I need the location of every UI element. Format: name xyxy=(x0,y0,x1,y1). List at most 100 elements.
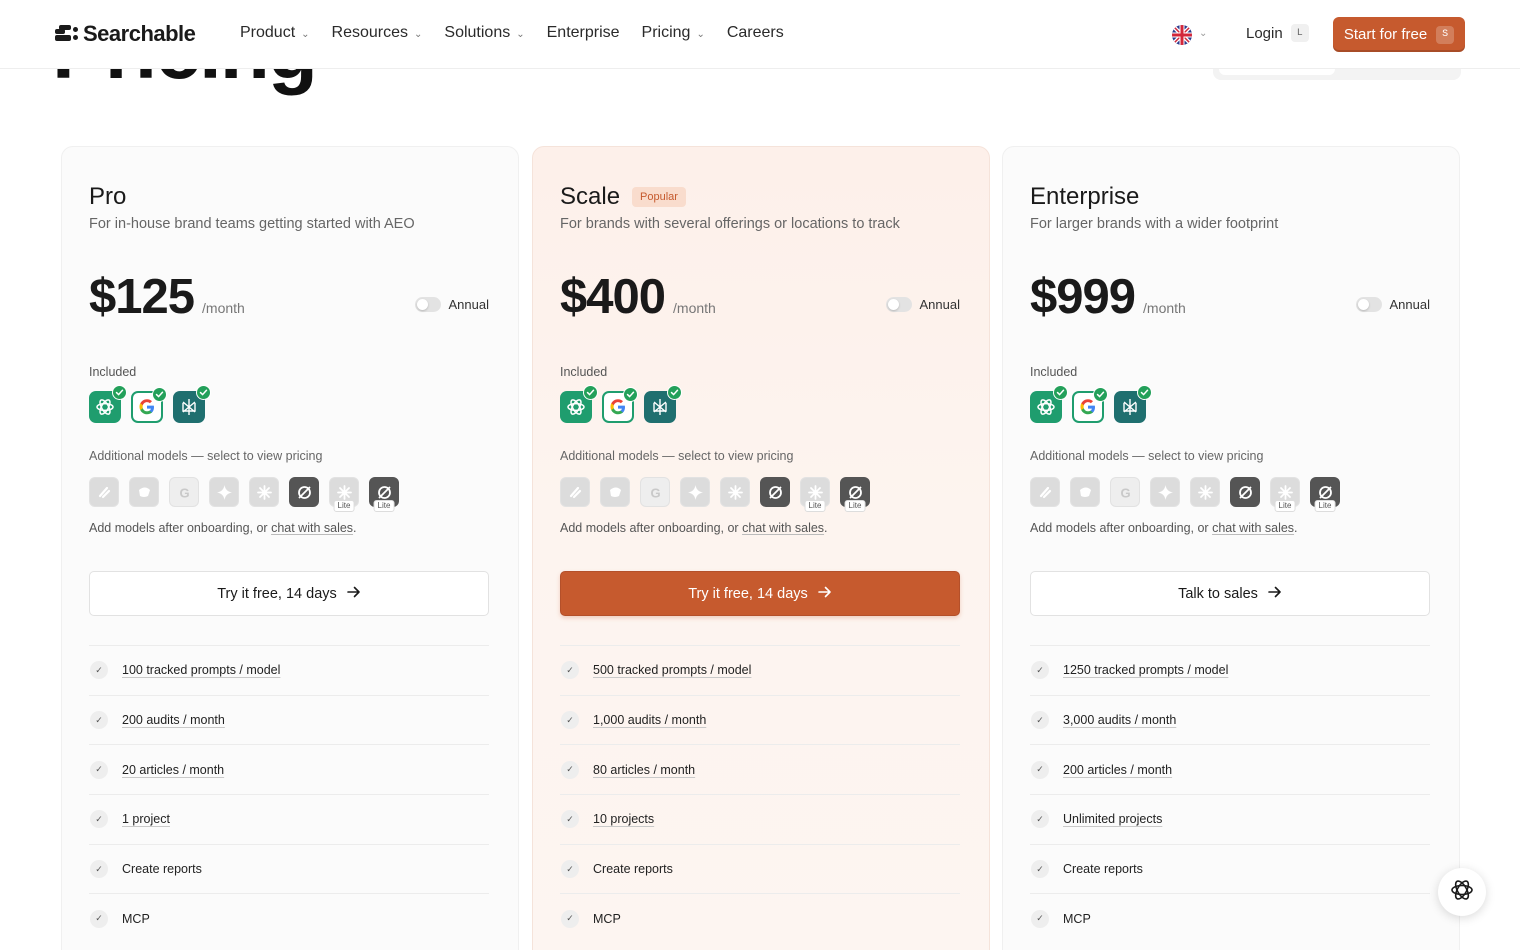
meta-lite-icon[interactable]: Lite xyxy=(1270,477,1300,512)
perplexity-icon xyxy=(173,385,211,423)
claude-icon[interactable] xyxy=(1030,477,1060,507)
feature-text[interactable]: Unlimited projects xyxy=(1063,812,1162,826)
ai-mode-icon[interactable] xyxy=(209,477,239,507)
gemini-icon[interactable]: G xyxy=(640,477,670,507)
feature-row: ✓ MCP xyxy=(89,893,489,943)
price-amount: $400 xyxy=(560,270,666,324)
feature-list: ✓ 100 tracked prompts / model ✓ 200 audits … xyxy=(89,645,489,943)
annual-toggle[interactable]: Annual xyxy=(885,297,960,312)
annual-toggle[interactable]: Annual xyxy=(414,297,489,312)
toggle-switch[interactable] xyxy=(1355,297,1382,312)
additional-models: G Lite Lite xyxy=(1030,477,1340,512)
feature-row: ✓ MCP xyxy=(560,893,960,943)
copilot-icon[interactable] xyxy=(1070,477,1100,507)
chevron-down-icon[interactable]: ⌄ xyxy=(1199,28,1207,39)
toggle-switch[interactable] xyxy=(414,297,441,312)
additional-note: Add models after onboarding, or chat wit… xyxy=(1030,521,1298,535)
check-icon: ✓ xyxy=(90,760,108,779)
logo[interactable]: Searchable xyxy=(55,21,196,47)
plan-cta-button[interactable]: Talk to sales xyxy=(1030,571,1430,616)
feature-text[interactable]: 20 articles / month xyxy=(122,763,224,777)
nav-solutions[interactable]: Solutions ⌄ xyxy=(444,24,524,42)
grok-lite-icon[interactable]: Lite xyxy=(369,477,399,512)
cta-label: Start for free xyxy=(1343,26,1428,43)
grok-lite-icon[interactable]: Lite xyxy=(1310,477,1340,512)
chatgpt-icon xyxy=(89,385,127,423)
feature-text[interactable]: 100 tracked prompts / model xyxy=(122,663,280,677)
annual-label: Annual xyxy=(448,297,489,312)
site-header: Searchable Product ⌄ Resources ⌄ Solutions… xyxy=(0,0,1520,69)
arrow-right-icon xyxy=(1268,586,1282,602)
feature-text: Create reports xyxy=(122,862,202,877)
gemini-icon[interactable]: G xyxy=(1110,477,1140,507)
feature-text[interactable]: 1,000 audits / month xyxy=(593,713,706,727)
nav-enterprise[interactable]: Enterprise xyxy=(547,24,620,42)
chatgpt-fab-button[interactable] xyxy=(1438,868,1486,916)
chevron-down-icon: ⌄ xyxy=(301,28,310,40)
nav-careers[interactable]: Careers xyxy=(727,24,784,42)
meta-ai-icon[interactable] xyxy=(720,477,750,507)
copilot-icon[interactable] xyxy=(129,477,159,507)
plan-description: For brands with several offerings or loc… xyxy=(560,216,900,232)
toggle-switch[interactable] xyxy=(885,297,912,312)
uk-flag-icon[interactable] xyxy=(1172,25,1192,45)
nav-label: Enterprise xyxy=(546,24,620,41)
grok-icon[interactable] xyxy=(289,477,319,507)
check-icon: ✓ xyxy=(90,810,108,829)
feature-row: ✓ Create reports xyxy=(560,843,960,894)
chatgpt-icon xyxy=(560,385,598,423)
included-models xyxy=(89,385,211,423)
note-suffix: . xyxy=(1294,521,1298,535)
main-nav: Product ⌄ Resources ⌄ Solutions ⌄ Enterpris… xyxy=(240,24,784,42)
feature-row: ✓ MCP xyxy=(1030,893,1430,943)
ai-mode-icon[interactable] xyxy=(680,477,710,507)
feature-row: ✓ 1 project xyxy=(89,794,489,844)
grok-lite-icon[interactable]: Lite xyxy=(840,477,870,512)
chat-with-sales-link[interactable]: chat with sales xyxy=(1212,521,1294,535)
grok-icon[interactable] xyxy=(760,477,790,507)
feature-text[interactable]: 3,000 audits / month xyxy=(1063,713,1176,727)
meta-ai-icon[interactable] xyxy=(249,477,279,507)
chat-with-sales-link[interactable]: chat with sales xyxy=(271,521,353,535)
claude-icon[interactable] xyxy=(560,477,590,507)
nav-label: Solutions xyxy=(444,24,511,41)
ai-mode-icon[interactable] xyxy=(1150,477,1180,507)
login-shortcut-badge: L xyxy=(1290,24,1309,42)
nav-label: Resources xyxy=(331,24,409,41)
plan-title: Enterprise xyxy=(1030,183,1140,210)
check-badge-icon xyxy=(1053,385,1068,400)
feature-row: ✓ 200 articles / month xyxy=(1030,744,1430,794)
note-prefix: Add models after onboarding, or xyxy=(89,521,272,535)
chat-with-sales-link[interactable]: chat with sales xyxy=(742,521,824,535)
price-period: /month xyxy=(202,300,245,316)
annual-toggle[interactable]: Annual xyxy=(1355,297,1430,312)
check-icon: ✓ xyxy=(561,860,579,879)
plan-cta-button[interactable]: Try it free, 14 days xyxy=(89,571,489,616)
login-link[interactable]: Login L xyxy=(1246,24,1309,42)
meta-lite-icon[interactable]: Lite xyxy=(800,477,830,512)
popular-badge: Popular xyxy=(632,187,686,207)
check-icon: ✓ xyxy=(90,860,108,879)
feature-text[interactable]: 200 articles / month xyxy=(1063,763,1172,777)
claude-icon[interactable] xyxy=(89,477,119,507)
meta-lite-icon[interactable]: Lite xyxy=(329,477,359,512)
feature-text[interactable]: 80 articles / month xyxy=(593,763,695,777)
gemini-icon[interactable]: G xyxy=(169,477,199,507)
feature-text: Create reports xyxy=(1063,862,1143,877)
feature-text[interactable]: 1 project xyxy=(122,812,170,826)
copilot-icon[interactable] xyxy=(600,477,630,507)
check-icon: ✓ xyxy=(90,909,108,928)
feature-text[interactable]: 1250 tracked prompts / model xyxy=(1063,663,1228,677)
nav-product[interactable]: Product ⌄ xyxy=(240,24,310,42)
start-free-button[interactable]: Start for free S xyxy=(1333,17,1465,52)
plan-cta-button[interactable]: Try it free, 14 days xyxy=(560,571,960,616)
nav-pricing[interactable]: Pricing ⌄ xyxy=(642,24,705,42)
feature-list: ✓ 1250 tracked prompts / model ✓ 3,000 audi… xyxy=(1030,645,1430,943)
feature-text[interactable]: 500 tracked prompts / model xyxy=(593,663,751,677)
lite-badge: Lite xyxy=(804,500,826,512)
nav-resources[interactable]: Resources ⌄ xyxy=(332,24,423,42)
feature-text[interactable]: 10 projects xyxy=(593,812,654,826)
meta-ai-icon[interactable] xyxy=(1190,477,1220,507)
feature-text[interactable]: 200 audits / month xyxy=(122,713,225,727)
grok-icon[interactable] xyxy=(1230,477,1260,507)
